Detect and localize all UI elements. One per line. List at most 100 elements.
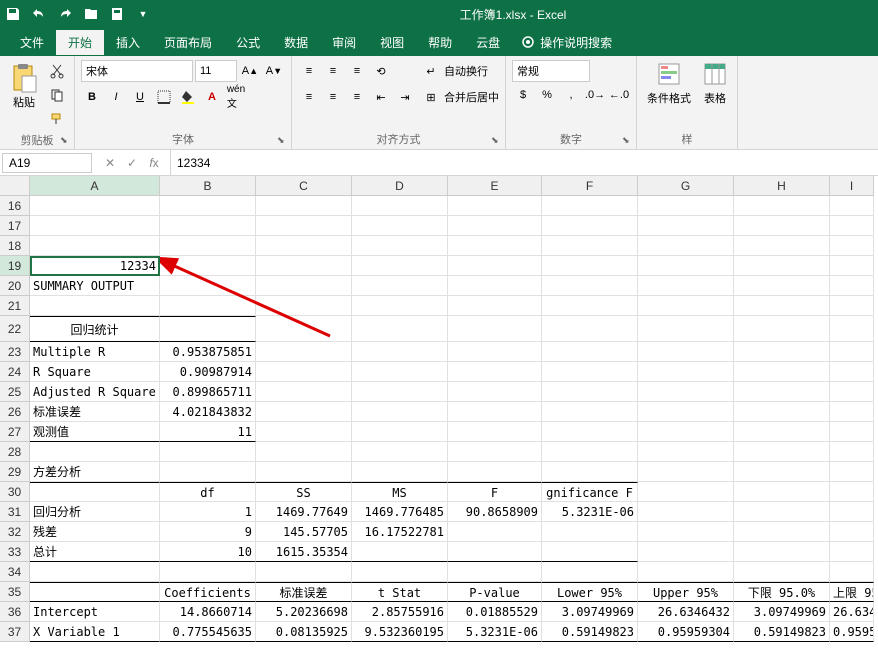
cell[interactable]	[448, 442, 542, 462]
cell[interactable]: 5.20236698	[256, 602, 352, 622]
font-launcher-icon[interactable]: ⬊	[277, 135, 289, 147]
spreadsheet[interactable]: ABCDEFGHI 161718192021222324252627282930…	[0, 176, 878, 654]
indent-increase-icon[interactable]: ⇥	[394, 86, 416, 108]
cell[interactable]	[542, 296, 638, 316]
cut-button[interactable]	[46, 60, 68, 82]
cell[interactable]	[160, 442, 256, 462]
menu-layout[interactable]: 页面布局	[152, 30, 224, 55]
redo-icon[interactable]	[56, 5, 74, 23]
cell[interactable]	[830, 482, 874, 502]
qat-dropdown-icon[interactable]: ▼	[134, 5, 152, 23]
cell[interactable]	[256, 216, 352, 236]
cell[interactable]	[638, 276, 734, 296]
cell[interactable]: 上限 95	[830, 582, 874, 602]
cell[interactable]	[638, 362, 734, 382]
cell[interactable]	[542, 422, 638, 442]
align-center-icon[interactable]: ≡	[322, 86, 344, 108]
row-header[interactable]: 16	[0, 196, 30, 216]
cell[interactable]	[352, 562, 448, 582]
cell[interactable]	[638, 462, 734, 482]
cell[interactable]	[542, 196, 638, 216]
cell[interactable]	[830, 256, 874, 276]
font-color-button[interactable]: A	[201, 86, 223, 108]
undo-icon[interactable]	[30, 5, 48, 23]
cell[interactable]	[830, 422, 874, 442]
row-header[interactable]: 33	[0, 542, 30, 562]
col-header[interactable]: A	[30, 176, 160, 196]
cell[interactable]	[638, 422, 734, 442]
row-header[interactable]: 25	[0, 382, 30, 402]
cell[interactable]	[734, 256, 830, 276]
row-header[interactable]: 31	[0, 502, 30, 522]
row-header[interactable]: 32	[0, 522, 30, 542]
cell[interactable]	[448, 196, 542, 216]
number-launcher-icon[interactable]: ⬊	[622, 135, 634, 147]
cell[interactable]	[830, 442, 874, 462]
cell[interactable]: 总计	[30, 542, 160, 562]
cell[interactable]	[30, 196, 160, 216]
save2-icon[interactable]	[108, 5, 126, 23]
align-left-icon[interactable]: ≡	[298, 86, 320, 108]
row-header[interactable]: 21	[0, 296, 30, 316]
cell[interactable]	[352, 316, 448, 342]
cell[interactable]	[448, 382, 542, 402]
cell[interactable]	[30, 562, 160, 582]
menu-review[interactable]: 审阅	[320, 30, 368, 55]
cell[interactable]	[352, 236, 448, 256]
cell[interactable]	[734, 542, 830, 562]
menu-cloud[interactable]: 云盘	[464, 30, 512, 55]
indent-decrease-icon[interactable]: ⇤	[370, 86, 392, 108]
cell[interactable]: P-value	[448, 582, 542, 602]
cell[interactable]	[448, 522, 542, 542]
cell[interactable]	[638, 316, 734, 342]
phonetic-button[interactable]: wén文	[225, 86, 247, 108]
cell[interactable]	[256, 402, 352, 422]
cell[interactable]	[734, 382, 830, 402]
cell[interactable]	[352, 422, 448, 442]
cell[interactable]: 0.59149823	[542, 622, 638, 642]
cell[interactable]	[352, 342, 448, 362]
cell[interactable]: 0.775545635	[160, 622, 256, 642]
cell[interactable]: 下限 95.0%	[734, 582, 830, 602]
col-header[interactable]: F	[542, 176, 638, 196]
cell[interactable]: 1615.35354	[256, 542, 352, 562]
cell[interactable]: 9.532360195	[352, 622, 448, 642]
cell[interactable]: 5.3231E-06	[542, 502, 638, 522]
cell[interactable]: 回归分析	[30, 502, 160, 522]
cell[interactable]	[734, 236, 830, 256]
cell[interactable]: 标准误差	[30, 402, 160, 422]
cell[interactable]	[160, 462, 256, 482]
cell[interactable]	[160, 316, 256, 342]
bold-button[interactable]: B	[81, 86, 103, 108]
cell[interactable]	[448, 362, 542, 382]
font-name-select[interactable]	[81, 60, 193, 82]
menu-data[interactable]: 数据	[272, 30, 320, 55]
cell[interactable]	[256, 342, 352, 362]
cell[interactable]: 16.17522781	[352, 522, 448, 542]
cell[interactable]	[160, 296, 256, 316]
cell[interactable]	[448, 316, 542, 342]
cell[interactable]	[30, 442, 160, 462]
cell[interactable]	[30, 216, 160, 236]
format-painter-button[interactable]	[46, 108, 68, 130]
cell[interactable]	[352, 462, 448, 482]
cell[interactable]: df	[160, 482, 256, 502]
col-header[interactable]: B	[160, 176, 256, 196]
menu-view[interactable]: 视图	[368, 30, 416, 55]
cell[interactable]	[638, 442, 734, 462]
cell[interactable]	[734, 276, 830, 296]
cell[interactable]: 4.021843832	[160, 402, 256, 422]
row-header[interactable]: 20	[0, 276, 30, 296]
cell[interactable]	[734, 342, 830, 362]
clipboard-launcher-icon[interactable]: ⬊	[60, 135, 72, 147]
cell[interactable]	[256, 296, 352, 316]
row-header[interactable]: 23	[0, 342, 30, 362]
cell[interactable]	[256, 422, 352, 442]
cell[interactable]	[448, 342, 542, 362]
cell[interactable]	[830, 296, 874, 316]
formula-input[interactable]	[171, 154, 878, 172]
cell[interactable]: Upper 95%	[638, 582, 734, 602]
cell[interactable]	[448, 216, 542, 236]
cell[interactable]	[160, 216, 256, 236]
cell[interactable]	[734, 402, 830, 422]
